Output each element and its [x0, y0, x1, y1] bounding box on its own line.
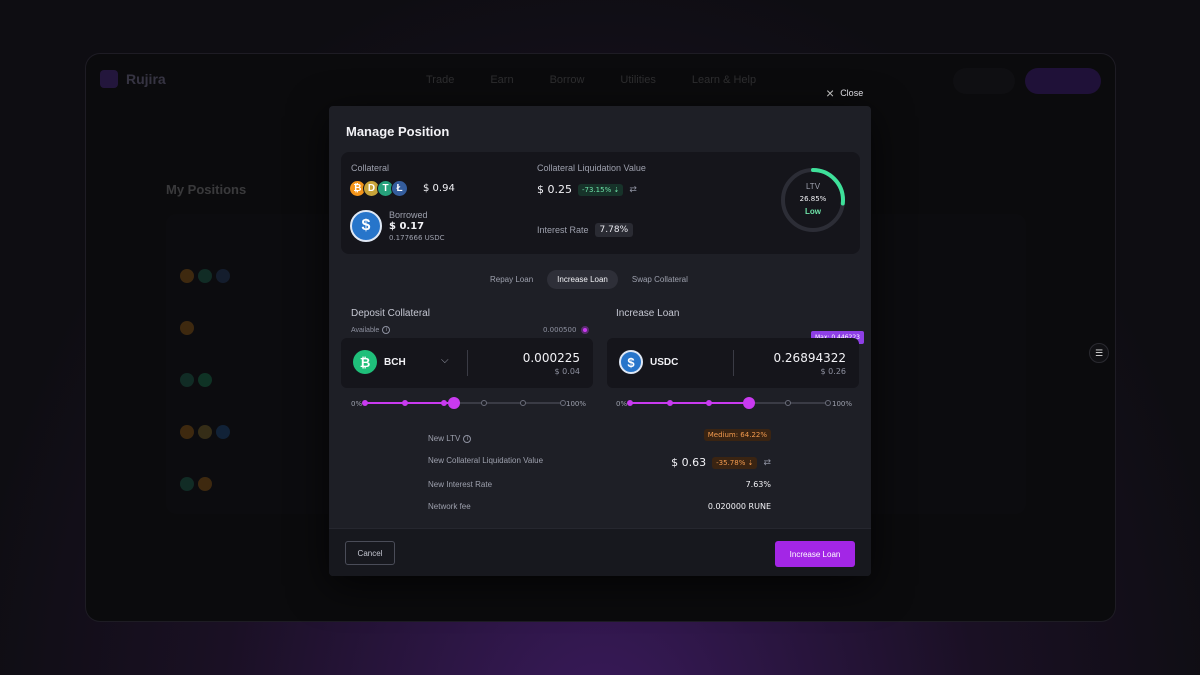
increase-loan-button[interactable]: Increase Loan	[775, 541, 855, 567]
header-actions	[953, 68, 1101, 94]
slider-tick[interactable]	[825, 400, 831, 406]
interest-rate-label: Interest Rate	[537, 225, 589, 235]
deposit-asset-name[interactable]: BCH	[384, 357, 406, 368]
loan-slider[interactable]	[627, 397, 831, 409]
loan-amount-input[interactable]: 0.26894322	[773, 351, 846, 365]
cancel-button[interactable]: Cancel	[345, 541, 395, 565]
table-row[interactable]	[180, 368, 212, 392]
max-fill-icon[interactable]	[581, 326, 590, 334]
tab-repay-loan[interactable]: Repay Loan	[480, 270, 543, 289]
slider-tick[interactable]	[441, 400, 448, 406]
ltv-label: LTV	[805, 182, 821, 191]
borrowed-label: Borrowed	[389, 210, 428, 220]
table-row[interactable]	[180, 264, 230, 288]
network-fee-label: Network fee	[428, 502, 471, 511]
loan-asset-name: USDC	[650, 357, 679, 368]
new-interest-value: 7.63%	[745, 480, 771, 489]
slider-tick[interactable]	[520, 400, 527, 406]
collateral-label: Collateral	[351, 163, 390, 173]
swap-arrows-icon[interactable]: ⇄	[763, 458, 771, 468]
slider-thumb[interactable]	[448, 397, 461, 409]
ltv-value: 26.85%	[799, 195, 827, 203]
nav-item[interactable]: Utilities	[620, 74, 655, 86]
tab-increase-loan[interactable]: Increase Loan	[547, 270, 618, 289]
ltv-gauge: LTV 26.85% Low	[778, 165, 848, 235]
available-label: Available i	[351, 326, 391, 334]
manage-position-modal: Manage Position Collateral ₿ D T Ł $ 0.9…	[329, 106, 871, 576]
borrowed-value: $ 0.17	[389, 221, 425, 232]
loan-amount-usd: $ 0.26	[820, 367, 846, 376]
deposit-input-box[interactable]: ₿ BCH ⌵ 0.000225 $ 0.04	[341, 338, 593, 388]
loan-input-box[interactable]: $ USDC 0.26894322 $ 0.26	[607, 338, 859, 388]
position-summary: Collateral ₿ D T Ł $ 0.94 $ Borrowed $ 0…	[341, 152, 860, 254]
nav-item[interactable]: Trade	[426, 74, 454, 86]
info-icon[interactable]: i	[463, 434, 472, 443]
slider-tick[interactable]	[627, 400, 633, 406]
table-row[interactable]	[180, 316, 194, 340]
swap-arrows-icon[interactable]: ⇄	[629, 184, 637, 195]
deposit-slider-min: 0%	[351, 400, 363, 408]
slider-tick[interactable]	[666, 400, 673, 406]
wallet-pill[interactable]	[1025, 68, 1101, 94]
new-interest-label: New Interest Rate	[428, 480, 493, 489]
interest-rate-value: 7.78%	[594, 223, 634, 237]
deposit-slider[interactable]	[362, 397, 566, 409]
table-row[interactable]	[180, 420, 230, 444]
new-liquidation-value: $ 0.63	[671, 456, 707, 469]
usdc-icon: $	[619, 350, 643, 374]
network-fee-value: 0.020000 RUNE	[707, 502, 771, 511]
modal-footer: Cancel Increase Loan	[329, 528, 871, 576]
top-nav: Trade Earn Borrow Utilities Learn & Help	[426, 74, 756, 86]
litecoin-icon: Ł	[391, 180, 408, 197]
increase-loan-title: Increase Loan	[616, 308, 680, 319]
new-ltv-badge: Medium: 64.22%	[703, 429, 771, 441]
nav-item[interactable]: Learn & Help	[692, 74, 756, 86]
new-ltv-label: New LTV i	[428, 434, 472, 443]
ltv-status: Low	[805, 207, 821, 216]
liquidation-value: $ 0.25	[537, 183, 572, 196]
info-icon[interactable]: i	[382, 326, 391, 334]
nav-item[interactable]: Borrow	[550, 74, 585, 86]
collateral-coins: ₿ D T Ł	[349, 180, 408, 197]
bitcoin-cash-icon: ₿	[353, 350, 377, 374]
borrowed-amount: 0.177666 USDC	[389, 234, 445, 242]
new-liquidation-label: New Collateral Liquidation Value	[428, 456, 544, 465]
slider-tick[interactable]	[785, 400, 792, 406]
slider-tick[interactable]	[401, 400, 408, 406]
tab-swap-collateral[interactable]: Swap Collateral	[622, 270, 698, 289]
loan-slider-min: 0%	[616, 400, 628, 408]
available-value: 0.000500	[543, 326, 590, 334]
liquidation-change-badge: -73.15% ⇣	[578, 183, 624, 196]
loan-slider-max: 100%	[832, 400, 853, 408]
close-icon: ×	[826, 85, 835, 101]
modal-title: Manage Position	[346, 124, 450, 139]
table-row[interactable]	[180, 472, 212, 496]
collateral-value: $ 0.94	[423, 183, 455, 194]
slider-tick[interactable]	[706, 400, 713, 406]
deposit-collateral-title: Deposit Collateral	[351, 308, 430, 319]
liquidation-label: Collateral Liquidation Value	[537, 163, 646, 173]
slider-tick[interactable]	[480, 400, 487, 406]
settings-icon[interactable]: ☰	[1089, 343, 1109, 363]
usdc-icon: $	[350, 210, 382, 242]
deposit-slider-max: 100%	[566, 400, 587, 408]
chevron-down-icon[interactable]: ⌵	[441, 355, 449, 366]
page-title: My Positions	[166, 182, 247, 197]
slider-tick[interactable]	[362, 400, 368, 406]
slider-thumb[interactable]	[742, 397, 755, 409]
close-button[interactable]: × Close	[826, 85, 863, 101]
new-liquidation-change: -35.78% ⇣	[712, 456, 758, 469]
search-pill[interactable]	[953, 68, 1015, 94]
action-tabs: Repay Loan Increase Loan Swap Collateral	[480, 270, 698, 289]
deposit-amount-input[interactable]: 0.000225	[523, 351, 580, 365]
nav-item[interactable]: Earn	[490, 74, 513, 86]
brand-logo: Rujira	[100, 70, 166, 88]
deposit-amount-usd: $ 0.04	[554, 367, 580, 376]
